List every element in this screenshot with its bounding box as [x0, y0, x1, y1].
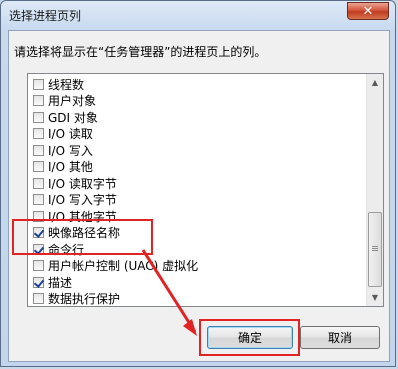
column-option-label: GDI 对象	[48, 110, 98, 125]
column-option[interactable]: I/O 其他字节	[33, 208, 117, 224]
checkbox[interactable]	[33, 260, 44, 271]
checkbox[interactable]	[33, 78, 44, 90]
column-option-label: I/O 其他	[48, 160, 93, 174]
column-option-label: I/O 写入字节	[48, 193, 117, 207]
checkbox[interactable]	[33, 194, 44, 205]
checkbox[interactable]	[33, 95, 44, 106]
thumb-grip	[372, 246, 378, 247]
checkbox[interactable]	[33, 293, 44, 304]
scroll-up-arrow-icon[interactable]: ▲	[367, 74, 383, 91]
red-arrow-icon	[141, 249, 197, 336]
close-button[interactable]: ✕	[347, 2, 389, 20]
column-option[interactable]: 命令行	[33, 241, 84, 257]
column-option-label: I/O 读取	[48, 127, 93, 141]
column-option[interactable]: 映像路径名称	[33, 225, 120, 241]
checkbox[interactable]	[33, 144, 44, 156]
column-option[interactable]: I/O 读取字节	[33, 175, 117, 191]
checkbox[interactable]	[33, 111, 44, 123]
column-option[interactable]: GDI 对象	[33, 109, 98, 125]
column-option[interactable]: 描述	[33, 274, 72, 290]
column-option-label: 命令行	[48, 242, 85, 257]
column-option[interactable]: 线程数	[33, 76, 84, 92]
column-option[interactable]: I/O 读取	[33, 126, 93, 142]
column-option[interactable]: I/O 写入	[33, 142, 93, 158]
column-option-label: 描述	[48, 275, 73, 290]
column-option-label: I/O 其他字节	[48, 209, 117, 224]
instruction-text: 请选择将显示在“任务管理器”的进程页上的列。	[14, 45, 267, 59]
ok-button-label: 确定	[237, 331, 262, 345]
checkbox[interactable]	[33, 210, 44, 222]
checkbox[interactable]	[33, 177, 44, 189]
checkbox-checked[interactable]	[33, 227, 44, 238]
column-option-label: 数据执行保护	[48, 292, 121, 306]
column-option-label: 用户对象	[48, 94, 97, 108]
thumb-grip	[372, 250, 378, 251]
checkbox[interactable]	[33, 128, 44, 139]
column-option[interactable]: I/O 写入字节	[33, 192, 117, 208]
thumb-grip	[372, 248, 378, 249]
column-option-label: 线程数	[48, 77, 85, 92]
arrow-shaft	[141, 249, 197, 333]
column-option[interactable]: 用户对象	[33, 93, 96, 109]
scrollbar-thumb[interactable]	[368, 212, 382, 287]
column-option-label: 映像路径名称	[48, 226, 121, 240]
checkbox-checked[interactable]	[33, 243, 44, 255]
cancel-button-label: 取消	[327, 331, 352, 345]
cancel-button[interactable]: 取消	[300, 326, 380, 349]
dialog-body: 请选择将显示在“任务管理器”的进程页上的列。 线程数用户对象 GDI 对象 I/O …	[8, 30, 390, 362]
title-bar[interactable]: 选择进程页列 ✕	[1, 1, 395, 31]
column-option[interactable]: I/O 其他	[33, 159, 93, 175]
checkbox[interactable]	[33, 161, 44, 172]
column-option[interactable]: 数据执行保护	[33, 291, 121, 306]
ok-button[interactable]: 确定	[207, 326, 293, 349]
checkbox-checked[interactable]	[33, 276, 44, 288]
vertical-scrollbar[interactable]: ▲ ▼	[366, 74, 383, 306]
column-option-label: I/O 读取字节	[48, 176, 117, 191]
dialog-title: 选择进程页列	[9, 9, 82, 23]
column-option-label: I/O 写入	[48, 143, 93, 158]
scroll-down-arrow-icon[interactable]: ▼	[367, 289, 383, 306]
dialog-window: 选择进程页列 ✕ 请选择将显示在“任务管理器”的进程页上的列。 线程数用户对象 G…	[0, 0, 396, 367]
close-icon: ✕	[362, 3, 374, 19]
arrow-head	[183, 319, 197, 336]
